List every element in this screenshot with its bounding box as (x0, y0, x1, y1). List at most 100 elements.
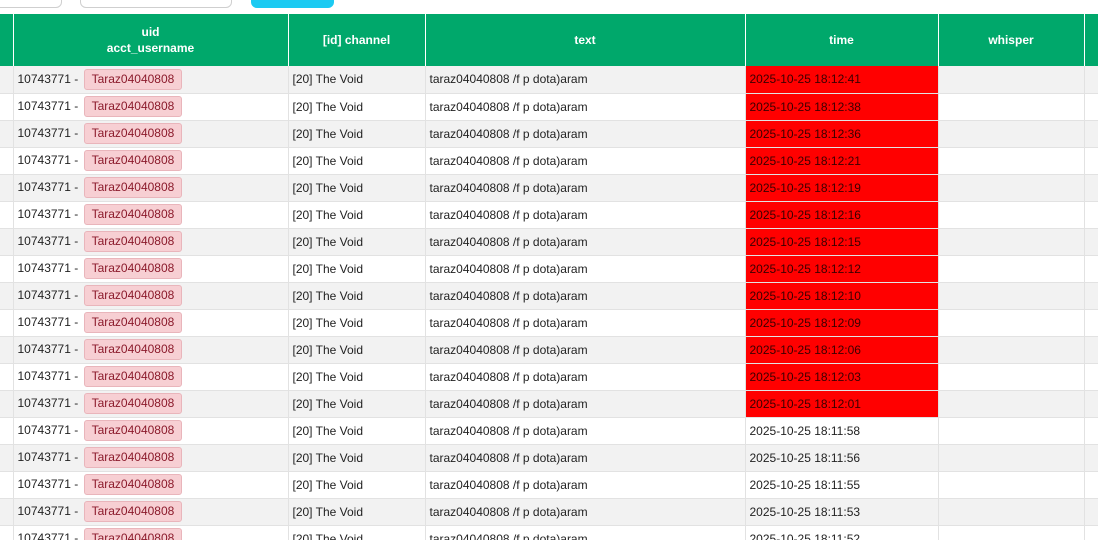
username-badge[interactable]: Taraz04040808 (83, 258, 183, 279)
uid-cell: 10743771 - Taraz04040808 (13, 336, 289, 364)
table-row[interactable]: 10743771 - Taraz04040808 [20] The Void t… (0, 390, 1098, 418)
uid-value: 10743771 - (17, 153, 79, 167)
text-cell: taraz04040808 /f p dota)aram (425, 498, 746, 526)
username-badge[interactable]: Taraz04040808 (83, 528, 183, 540)
whisper-cell (938, 525, 1085, 540)
table-row[interactable]: 10743771 - Taraz04040808 [20] The Void t… (0, 93, 1098, 121)
text-cell: taraz04040808 /f p dota)aram (425, 255, 746, 283)
header-whisper[interactable]: whisper (938, 14, 1085, 66)
time-cell: 2025-10-25 18:12:38 (745, 93, 939, 121)
channel-cell: [20] The Void (288, 525, 426, 540)
table-row[interactable]: 10743771 - Taraz04040808 [20] The Void t… (0, 120, 1098, 148)
table-row[interactable]: 10743771 - Taraz04040808 [20] The Void t… (0, 174, 1098, 202)
time-cell: 2025-10-25 18:12:21 (745, 147, 939, 175)
whisper-cell (938, 93, 1085, 121)
table-row[interactable]: 10743771 - Taraz04040808 [20] The Void t… (0, 471, 1098, 499)
username-badge[interactable]: Taraz04040808 (83, 501, 183, 522)
username-badge[interactable]: Taraz04040808 (83, 393, 183, 414)
username-badge[interactable]: Taraz04040808 (83, 420, 183, 441)
row-select-cell (0, 444, 14, 472)
username-badge[interactable]: Taraz04040808 (83, 177, 183, 198)
username-badge[interactable]: Taraz04040808 (83, 447, 183, 468)
row-select-cell (0, 390, 14, 418)
table-row[interactable]: 10743771 - Taraz04040808 [20] The Void t… (0, 498, 1098, 526)
header-text[interactable]: text (425, 14, 746, 66)
uid-cell: 10743771 - Taraz04040808 (13, 498, 289, 526)
header-time[interactable]: time (745, 14, 939, 66)
username-badge[interactable]: Taraz04040808 (83, 366, 183, 387)
uid-cell: 10743771 - Taraz04040808 (13, 417, 289, 445)
username-badge[interactable]: Taraz04040808 (83, 312, 183, 333)
time-cell: 2025-10-25 18:11:55 (745, 471, 939, 499)
channel-cell: [20] The Void (288, 93, 426, 121)
search-button[interactable] (251, 0, 334, 8)
header-username-label: acct_username (106, 41, 195, 55)
filter-select[interactable] (0, 0, 62, 8)
row-extra-cell (1084, 228, 1098, 256)
text-cell: taraz04040808 /f p dota)aram (425, 336, 746, 364)
row-extra-cell (1084, 336, 1098, 364)
row-extra-cell (1084, 525, 1098, 540)
search-input[interactable] (80, 0, 232, 8)
header-extra (1084, 14, 1098, 66)
table-body: 10743771 - Taraz04040808 [20] The Void t… (0, 66, 1098, 540)
time-cell: 2025-10-25 18:12:01 (745, 390, 939, 418)
row-extra-cell (1084, 309, 1098, 337)
username-badge[interactable]: Taraz04040808 (83, 231, 183, 252)
whisper-cell (938, 417, 1085, 445)
channel-cell: [20] The Void (288, 498, 426, 526)
uid-value: 10743771 - (17, 71, 79, 86)
whisper-cell (938, 66, 1085, 94)
username-badge[interactable]: Taraz04040808 (83, 339, 183, 360)
channel-cell: [20] The Void (288, 228, 426, 256)
row-extra-cell (1084, 120, 1098, 148)
whisper-cell (938, 174, 1085, 202)
row-select-cell (0, 228, 14, 256)
table-row[interactable]: 10743771 - Taraz04040808 [20] The Void t… (0, 417, 1098, 445)
header-channel[interactable]: [id] channel (288, 14, 426, 66)
username-badge[interactable]: Taraz04040808 (83, 123, 183, 144)
table-row[interactable]: 10743771 - Taraz04040808 [20] The Void t… (0, 201, 1098, 229)
messages-table-container: uid acct_username [id] channel text time… (0, 14, 1098, 540)
time-cell: 2025-10-25 18:12:06 (745, 336, 939, 364)
username-badge[interactable]: Taraz04040808 (83, 96, 183, 117)
row-extra-cell (1084, 363, 1098, 391)
table-row[interactable]: 10743771 - Taraz04040808 [20] The Void t… (0, 525, 1098, 540)
table-row[interactable]: 10743771 - Taraz04040808 [20] The Void t… (0, 228, 1098, 256)
time-cell: 2025-10-25 18:12:41 (745, 66, 939, 94)
channel-cell: [20] The Void (288, 282, 426, 310)
row-select-cell (0, 120, 14, 148)
row-select-cell (0, 525, 14, 540)
username-badge[interactable]: Taraz04040808 (83, 204, 183, 225)
channel-cell: [20] The Void (288, 336, 426, 364)
channel-cell: [20] The Void (288, 444, 426, 472)
table-row[interactable]: 10743771 - Taraz04040808 [20] The Void t… (0, 444, 1098, 472)
row-select-cell (0, 201, 14, 229)
table-row[interactable]: 10743771 - Taraz04040808 [20] The Void t… (0, 147, 1098, 175)
channel-cell: [20] The Void (288, 255, 426, 283)
table-row[interactable]: 10743771 - Taraz04040808 [20] The Void t… (0, 255, 1098, 283)
table-row[interactable]: 10743771 - Taraz04040808 [20] The Void t… (0, 363, 1098, 391)
row-select-cell (0, 336, 14, 364)
table-row[interactable]: 10743771 - Taraz04040808 [20] The Void t… (0, 336, 1098, 364)
row-extra-cell (1084, 444, 1098, 472)
whisper-cell (938, 444, 1085, 472)
row-select-cell (0, 174, 14, 202)
row-extra-cell (1084, 66, 1098, 94)
uid-cell: 10743771 - Taraz04040808 (13, 471, 289, 499)
table-row[interactable]: 10743771 - Taraz04040808 [20] The Void t… (0, 66, 1098, 94)
table-row[interactable]: 10743771 - Taraz04040808 [20] The Void t… (0, 309, 1098, 337)
whisper-cell (938, 363, 1085, 391)
text-cell: taraz04040808 /f p dota)aram (425, 282, 746, 310)
time-cell: 2025-10-25 18:12:03 (745, 363, 939, 391)
username-badge[interactable]: Taraz04040808 (83, 68, 183, 90)
text-cell: taraz04040808 /f p dota)aram (425, 66, 746, 94)
text-cell: taraz04040808 /f p dota)aram (425, 444, 746, 472)
table-row[interactable]: 10743771 - Taraz04040808 [20] The Void t… (0, 282, 1098, 310)
username-badge[interactable]: Taraz04040808 (83, 150, 183, 171)
time-cell: 2025-10-25 18:12:19 (745, 174, 939, 202)
username-badge[interactable]: Taraz04040808 (83, 285, 183, 306)
username-badge[interactable]: Taraz04040808 (83, 474, 183, 495)
header-uid[interactable]: uid acct_username (13, 14, 289, 66)
uid-cell: 10743771 - Taraz04040808 (13, 174, 289, 202)
